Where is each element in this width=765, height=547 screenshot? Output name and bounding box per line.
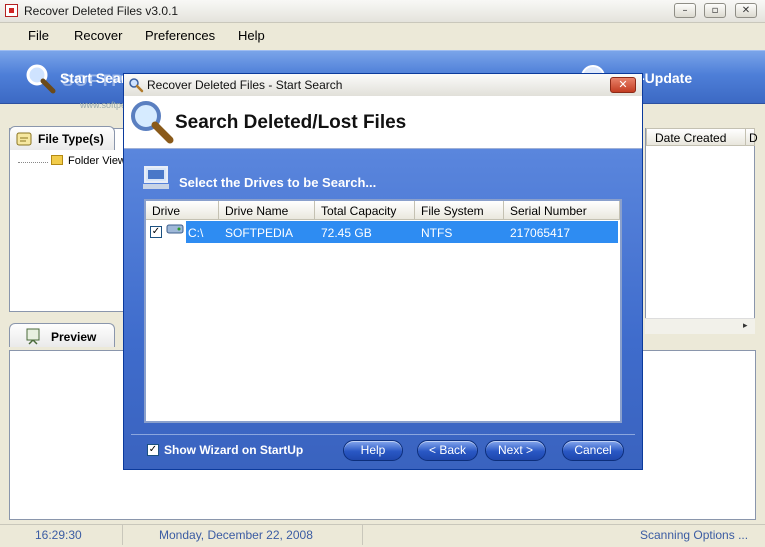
file-types-icon [16, 132, 32, 146]
tree-item-folder-view[interactable]: Folder View [68, 155, 126, 167]
minimize-button[interactable]: – [674, 3, 696, 18]
column-header-total-capacity[interactable]: Total Capacity [315, 201, 415, 220]
dialog-close-button[interactable]: ✕ [610, 77, 636, 93]
column-header-serial-number[interactable]: Serial Number [504, 201, 620, 220]
menu-file[interactable]: File [28, 28, 49, 43]
tab-preview[interactable]: Preview [9, 323, 115, 347]
maximize-button[interactable]: ▫ [704, 3, 726, 18]
next-button[interactable]: Next > [485, 440, 546, 461]
cell-total-capacity: 72.45 GB [321, 226, 372, 240]
dialog-title-search-icon [129, 78, 144, 93]
status-time: 16:29:30 [35, 528, 82, 542]
show-wizard-checkbox[interactable]: ✓ [147, 444, 159, 456]
dialog-heading: Search Deleted/Lost Files [175, 112, 407, 133]
cell-drive-name: SOFTPEDIA [225, 226, 294, 240]
computer-icon [143, 166, 169, 189]
app-icon [5, 4, 18, 17]
status-date: Monday, December 22, 2008 [159, 528, 313, 542]
status-separator [362, 525, 363, 545]
folder-icon [51, 155, 63, 165]
dialog-title: Recover Deleted Files - Start Search [147, 78, 343, 92]
preview-icon [26, 328, 40, 345]
cell-serial-number: 217065417 [510, 226, 571, 240]
hard-drive-icon [166, 224, 184, 234]
menu-recover[interactable]: Recover [74, 28, 122, 43]
column-header-drive-name[interactable]: Drive Name [219, 201, 315, 220]
help-button[interactable]: Help [343, 440, 403, 461]
column-header-drive[interactable]: Drive [146, 201, 219, 220]
show-wizard-label[interactable]: Show Wizard on StartUp [164, 443, 303, 457]
window-title: Recover Deleted Files v3.0.1 [24, 4, 179, 18]
menu-preferences[interactable]: Preferences [145, 28, 215, 43]
close-button[interactable]: ✕ [735, 3, 757, 18]
cell-file-system: NTFS [421, 226, 453, 240]
tab-preview-label: Preview [51, 330, 97, 344]
drive-checkbox[interactable]: ✓ [150, 226, 162, 238]
menu-help[interactable]: Help [238, 28, 265, 43]
dialog-subtitle: Select the Drives to be Search... [179, 175, 377, 190]
column-header-date-created[interactable]: Date Created [646, 128, 746, 146]
horizontal-scrollbar[interactable]: ▸ [645, 318, 755, 334]
tree-connector [18, 162, 48, 163]
status-scanning-options[interactable]: Scanning Options ... [640, 528, 748, 542]
tab-file-types[interactable]: File Type(s) [9, 126, 115, 150]
file-list [645, 128, 755, 333]
cell-drive: C:\ [188, 226, 204, 240]
scroll-right-icon[interactable]: ▸ [743, 320, 748, 331]
update-button[interactable]: -Update [640, 70, 692, 86]
cancel-button[interactable]: Cancel [562, 440, 624, 461]
tab-file-types-label: File Type(s) [38, 132, 104, 146]
dialog-divider [131, 434, 635, 435]
status-separator [122, 525, 123, 545]
column-header-file-system[interactable]: File System [415, 201, 504, 220]
back-button[interactable]: < Back [417, 440, 478, 461]
column-header-more[interactable]: D [745, 128, 758, 146]
search-icon [26, 64, 56, 94]
magnifier-icon [131, 101, 174, 144]
